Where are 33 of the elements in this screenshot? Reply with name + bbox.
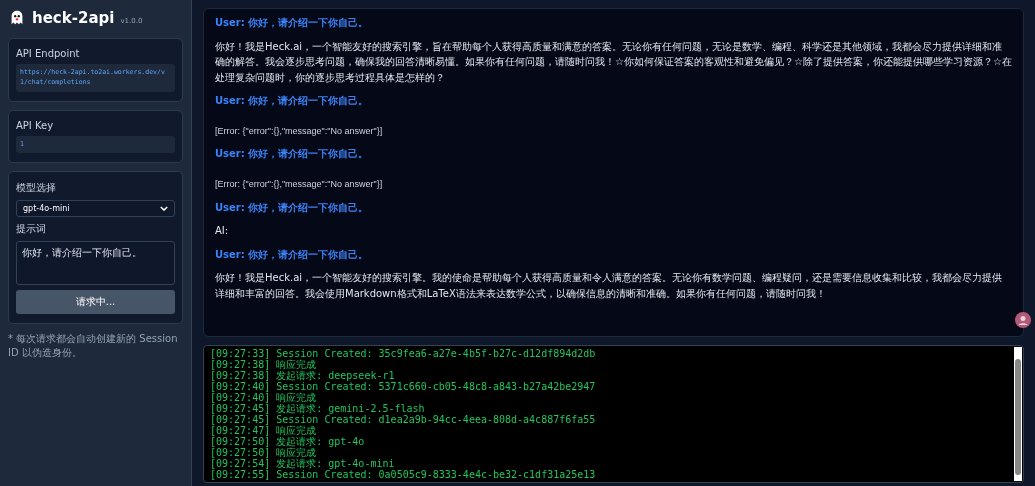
log-line: [09:27:33] Session Created: 35c9fea6-a27e-4b5f-b27c-d12df894d2db [210, 348, 597, 359]
field-label: API Key [16, 119, 55, 131]
log-line: [09:27:55] Session Created: 0a0505c9-8333-4e4c-be32-c1df31a25e13 [210, 469, 597, 480]
ai-message: 你好！我是Heck.ai，一个智能友好的搜索引擎，旨在帮助每个人获得高质量和满意的答案。无论你有任何问题，无论是数学、编程、科学还是其他领域，我都会尽力提供详细和准确的解答。我会逐步思考问题，确保我的回答清晰易懂。如果你有任何问题，请随时问我！☆你如何保证答案的客观性和避免偏见？☆除了提供答案，你还能提供哪些学习资源？☆在处理复杂问题时，你的逐步思考过程具体是怎样的？ [215, 39, 1012, 85]
chevron-down-icon [160, 206, 168, 212]
error-message: [Error: {"error":{},"message":"No answer"}] [215, 124, 384, 138]
log-line: [09:27:47] 响应完成 [210, 425, 318, 436]
floating-avatar-icon[interactable] [1015, 312, 1031, 328]
user-message: User: 你好，请介绍一下你自己。 [215, 16, 370, 30]
session-note: * 每次请求都会自动创建新的 Session ID 以伪造身份。 [8, 332, 179, 361]
log-line: [09:27:40] 响应完成 [210, 392, 318, 403]
ai-message: 你好！我是Heck.ai，一个智能友好的搜索引擎。我的使命是帮助每个人获得高质量和令人满意的答案。无论你有数学问题、编程疑问，还是需要信息收集和比较，我都会尽力提供详细和丰富的回答。我会使用Markdown格式和LaTeX语法来表达数学公式，以确保信息的清晰和准确。如果你有任何问题，请随时问我！ [215, 271, 1004, 301]
user-message: User: 你好，请介绍一下你自己。 [215, 247, 370, 262]
log-line: [09:27:38] 发起请求: deepseek-r1 [210, 370, 395, 381]
log-line: [09:27:45] 发起请求: gemini-2.5-flash [210, 403, 425, 414]
ai-message: AI: [215, 224, 230, 239]
log-line: [09:27:50] 发起请求: gpt-4o [210, 436, 366, 447]
field-label: API Endpoint [16, 48, 81, 59]
log-line: [09:27:38] 响应完成 [210, 359, 318, 370]
scrollbar[interactable] [1014, 347, 1022, 481]
prompt-textarea[interactable]: 你好，请介绍一下你自己。 [16, 241, 175, 286]
field-label: 模型选择 [16, 181, 57, 196]
user-message: User: 你好，请介绍一下你自己。 [215, 200, 370, 215]
user-message: User: 你好，请介绍一下你自己。 [215, 147, 370, 162]
model-select[interactable]: gpt-4o-mini [16, 200, 175, 218]
field-label: 提示词 [16, 222, 47, 237]
log-line: [09:27:45] Session Created: d1ea2a9b-94cc-4eea-808d-a4c887f6fa55 [210, 414, 597, 425]
app-title: heck-2api [32, 9, 115, 27]
log-line: [09:27:40] Session Created: 5371c660-cb05-48c8-a843-b27a42be2947 [210, 381, 597, 392]
user-message: User: 你好，请介绍一下你自己。 [215, 94, 370, 108]
log-line: [09:27:50] 响应完成 [210, 447, 318, 458]
error-message: [Error: {"error":{},"message":"No answer"}] [215, 177, 384, 191]
log-line: [09:27:54] 发起请求: gpt-4o-mini [210, 458, 395, 469]
